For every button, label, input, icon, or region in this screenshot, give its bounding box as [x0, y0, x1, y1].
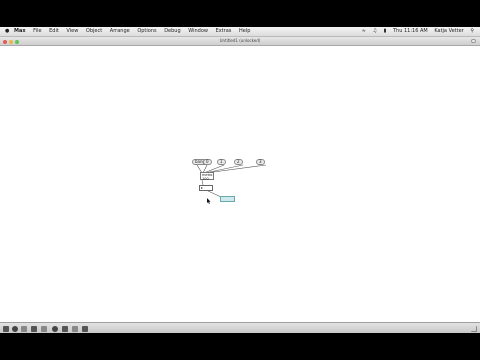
menu-edit[interactable]: Edit [49, 28, 59, 34]
message-box-2[interactable]: 2 [234, 159, 243, 165]
new-message-icon[interactable] [41, 326, 47, 332]
zoom-window-icon[interactable] [15, 40, 19, 44]
number-box[interactable] [199, 185, 213, 191]
window-title-bar[interactable]: Untitled1 (unlocked) [0, 37, 480, 46]
message-box-1[interactable]: 1 [217, 159, 226, 165]
wifi-icon[interactable]: ≈ [362, 28, 366, 34]
menu-debug[interactable]: Debug [164, 28, 180, 34]
message-box-3[interactable]: 3 [256, 159, 265, 165]
menu-object[interactable]: Object [86, 28, 102, 34]
patcher-bottom-toolbar [0, 322, 480, 333]
menu-user[interactable]: Katja Vetter [434, 28, 463, 34]
patch-cords [196, 164, 267, 198]
menu-help[interactable]: Help [239, 28, 250, 34]
menu-app-name[interactable]: Max [14, 28, 26, 34]
new-slider-icon[interactable] [82, 326, 88, 332]
object-box[interactable]: metro 100 [200, 172, 214, 181]
lock-icon[interactable] [3, 326, 9, 332]
mouse-cursor-icon [207, 198, 211, 204]
selected-ui-object[interactable] [220, 196, 235, 202]
minimize-window-icon[interactable] [9, 40, 13, 44]
menu-extras-right: ≈ ♫ ▮ Thu 11:16 AM Katja Vetter ⚲ [357, 27, 474, 36]
new-button-icon[interactable] [52, 326, 58, 332]
menu-options[interactable]: Options [137, 28, 156, 34]
desktop-screen: ● Max File Edit View Object Arrange Opti… [0, 27, 480, 333]
volume-icon[interactable]: ♫ [373, 28, 377, 34]
menu-arrange[interactable]: Arrange [110, 28, 130, 34]
close-window-icon[interactable] [3, 40, 7, 44]
resize-grip-icon[interactable] [471, 326, 477, 332]
menu-bar: ● Max File Edit View Object Arrange Opti… [0, 27, 480, 37]
object-box-argument: 100 [202, 177, 209, 181]
presentation-mode-icon[interactable] [12, 326, 18, 332]
menu-clock[interactable]: Thu 11:16 AM [393, 28, 428, 34]
message-box-0[interactable]: 0 [203, 159, 212, 165]
menu-window[interactable]: Window [188, 28, 208, 34]
patch-cord [205, 189, 222, 198]
window-title: Untitled1 (unlocked) [219, 38, 261, 43]
new-object-icon[interactable] [31, 326, 37, 332]
spotlight-search-icon[interactable]: ⚲ [470, 28, 474, 34]
menu-extras[interactable]: Extras [216, 28, 232, 34]
patcher-canvas[interactable]: bang 0 1 2 3 metro 100 [0, 46, 480, 322]
menu-file[interactable]: File [33, 28, 41, 34]
menu-view[interactable]: View [66, 28, 78, 34]
battery-icon[interactable]: ▮ [384, 28, 387, 34]
toolbar-toggle-icon[interactable] [471, 39, 476, 43]
grid-icon[interactable] [21, 326, 27, 332]
menu-items: Max File Edit View Object Arrange Option… [14, 27, 256, 36]
new-number-icon[interactable] [72, 326, 78, 332]
apple-logo-icon[interactable]: ● [5, 27, 9, 36]
new-toggle-icon[interactable] [62, 326, 68, 332]
